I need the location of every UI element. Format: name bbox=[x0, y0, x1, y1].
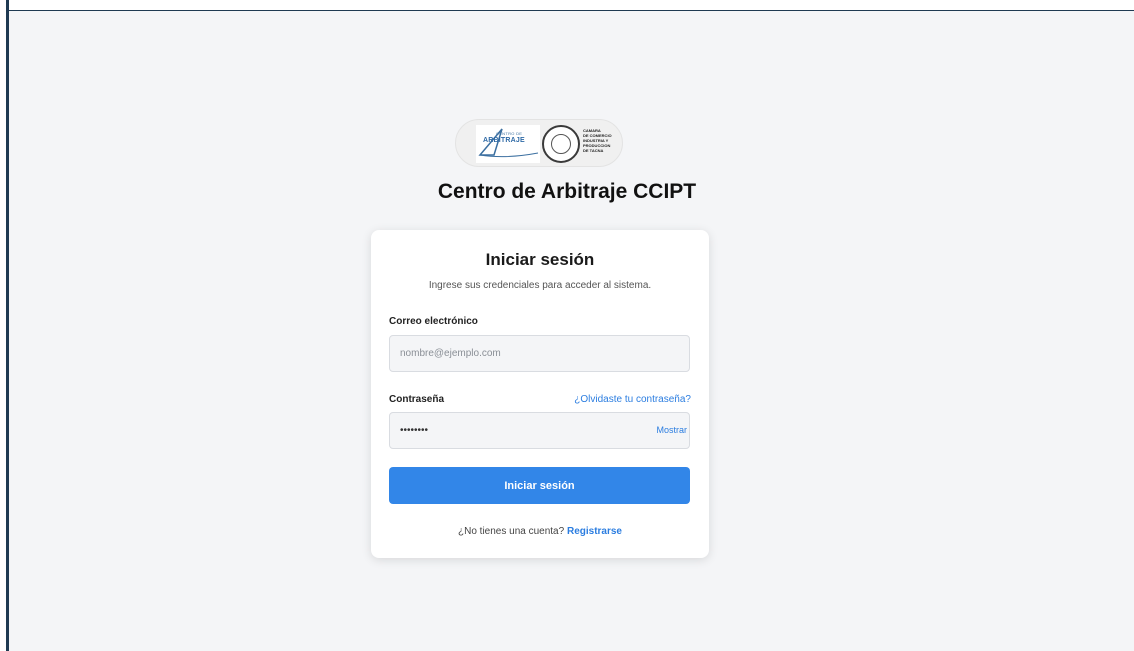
password-label: Contraseña bbox=[389, 394, 445, 405]
register-link[interactable]: Registrarse bbox=[567, 526, 622, 537]
app-window: CENTRO DE ARBITRAJE CAMARA DE COMERCIO I… bbox=[0, 0, 1134, 651]
logo-chamber-text: CAMARA DE COMERCIO INDUSTRIA Y PRODUCCIO… bbox=[583, 128, 612, 153]
logo-small-text: CENTRO DE bbox=[496, 131, 523, 136]
login-subtitle: Ingrese sus credenciales para acceder al… bbox=[428, 280, 652, 291]
login-title: Iniciar sesión bbox=[485, 250, 595, 269]
forgot-password-link[interactable]: ¿Olvidaste tu contraseña? bbox=[574, 394, 691, 405]
login-card: Iniciar sesión Ingrese sus credenciales … bbox=[371, 230, 709, 558]
login-button[interactable]: Iniciar sesión bbox=[389, 467, 690, 504]
register-prompt: ¿No tienes una cuenta? bbox=[458, 526, 565, 537]
logo-big-text: ARBITRAJE bbox=[483, 137, 525, 144]
email-field[interactable] bbox=[389, 335, 690, 372]
chamber-seal-icon bbox=[542, 125, 580, 163]
page-title: Centro de Arbitraje CCIPT bbox=[437, 180, 697, 203]
register-row: ¿No tienes una cuenta? Registrarse bbox=[371, 526, 709, 537]
show-password-toggle[interactable]: Mostrar bbox=[656, 425, 687, 435]
organization-logo: CENTRO DE ARBITRAJE CAMARA DE COMERCIO I… bbox=[455, 119, 623, 167]
seal-inner-ring bbox=[551, 134, 571, 154]
password-field[interactable] bbox=[389, 412, 690, 449]
email-label: Correo electrónico bbox=[389, 316, 478, 327]
